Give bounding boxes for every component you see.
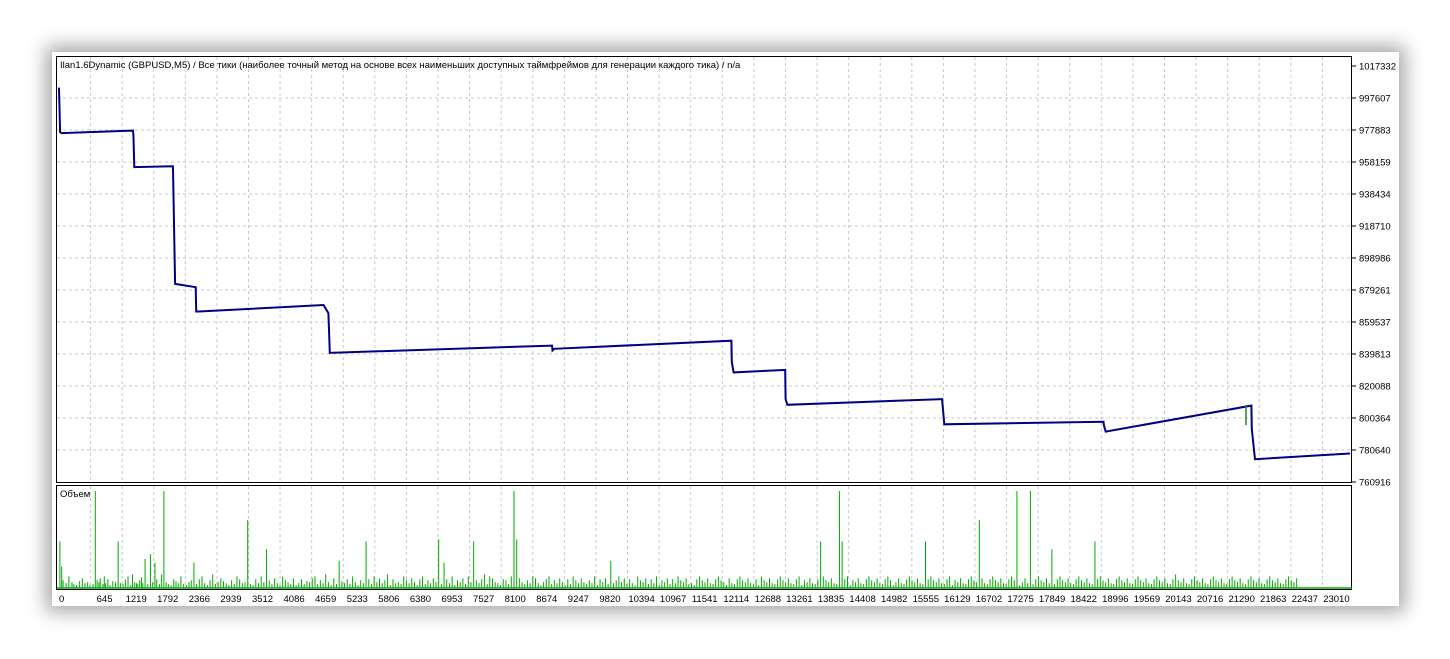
x-tick-label: 6380 <box>410 594 431 605</box>
volume-plot-border <box>56 485 1352 590</box>
x-tick-label: 0 <box>59 594 64 605</box>
x-tick-label: 14982 <box>881 594 907 605</box>
y-tick-label: 918710 <box>1359 222 1391 233</box>
x-tick-label: 23010 <box>1323 594 1349 605</box>
x-tick-label: 1219 <box>126 594 147 605</box>
x-tick-label: 9247 <box>568 594 589 605</box>
x-tick-label: 6953 <box>441 594 462 605</box>
x-tick-label: 10394 <box>628 594 654 605</box>
y-tick-label: 997607 <box>1359 94 1391 105</box>
x-tick-label: 19569 <box>1134 594 1160 605</box>
balance-line <box>58 87 1351 461</box>
x-tick-label: 21290 <box>1228 594 1254 605</box>
volume-label: Объем <box>60 489 90 500</box>
chart-canvas: 1017332 997607 977883 958159 938434 918710 898… <box>56 56 1396 605</box>
x-axis-labels: 0 645 1219 1792 2366 2939 3512 4086 4659 5233 5806… <box>59 594 1350 605</box>
y-tick-label: 820088 <box>1359 382 1391 393</box>
x-tick-label: 18996 <box>1102 594 1128 605</box>
balance-series <box>58 87 1351 461</box>
x-tick-label: 8100 <box>505 594 526 605</box>
x-tick-label: 5806 <box>378 594 399 605</box>
main-plot-border <box>56 56 1352 483</box>
x-tick-label: 20716 <box>1197 594 1223 605</box>
y-tick-label: 898986 <box>1359 254 1391 265</box>
x-tick-label: 2366 <box>189 594 210 605</box>
x-tick-label: 22437 <box>1292 594 1318 605</box>
x-tick-label: 2939 <box>220 594 241 605</box>
x-tick-label: 7527 <box>473 594 494 605</box>
x-tick-label: 1792 <box>157 594 178 605</box>
volume-bars <box>57 491 1352 589</box>
x-tick-label: 17275 <box>1007 594 1033 605</box>
grid <box>57 57 1352 589</box>
x-tick-label: 3512 <box>252 594 273 605</box>
x-tick-label: 16129 <box>944 594 970 605</box>
y-tick-label: 859537 <box>1359 318 1391 329</box>
chart-title: Ilan1.6Dynamic (GBPUSD,M5) / Все тики (н… <box>60 60 741 71</box>
y-tick-label: 938434 <box>1359 190 1391 201</box>
x-tick-label: 645 <box>97 594 113 605</box>
x-tick-label: 4086 <box>284 594 305 605</box>
x-tick-label: 13835 <box>818 594 844 605</box>
y-tick-label: 760916 <box>1359 478 1391 489</box>
y-tick-label: 1017332 <box>1359 62 1396 73</box>
y-tick-label: 879261 <box>1359 286 1391 297</box>
x-tick-label: 15555 <box>913 594 939 605</box>
y-tick-label: 800364 <box>1359 414 1391 425</box>
x-tick-label: 14408 <box>849 594 875 605</box>
chart-window: 1017332 997607 977883 958159 938434 918710 898… <box>52 52 1399 606</box>
x-tick-label: 11541 <box>692 594 718 605</box>
x-tick-label: 8674 <box>536 594 557 605</box>
y-tick-label: 780640 <box>1359 446 1391 457</box>
x-tick-label: 9820 <box>599 594 620 605</box>
x-tick-label: 10967 <box>660 594 686 605</box>
x-tick-label: 16702 <box>976 594 1002 605</box>
x-tick-label: 13261 <box>786 594 812 605</box>
x-tick-label: 5233 <box>347 594 368 605</box>
x-tick-label: 12114 <box>723 594 749 605</box>
y-tick-label: 977883 <box>1359 126 1391 137</box>
x-tick-label: 18422 <box>1071 594 1097 605</box>
y-tick-label: 839813 <box>1359 350 1391 361</box>
x-tick-label: 17849 <box>1039 594 1065 605</box>
x-tick-label: 21863 <box>1260 594 1286 605</box>
x-tick-label: 4659 <box>315 594 336 605</box>
x-tick-label: 12688 <box>755 594 781 605</box>
y-axis-labels: 1017332 997607 977883 958159 938434 918710 898… <box>1352 62 1396 489</box>
y-tick-label: 958159 <box>1359 158 1391 169</box>
x-tick-label: 20143 <box>1165 594 1191 605</box>
